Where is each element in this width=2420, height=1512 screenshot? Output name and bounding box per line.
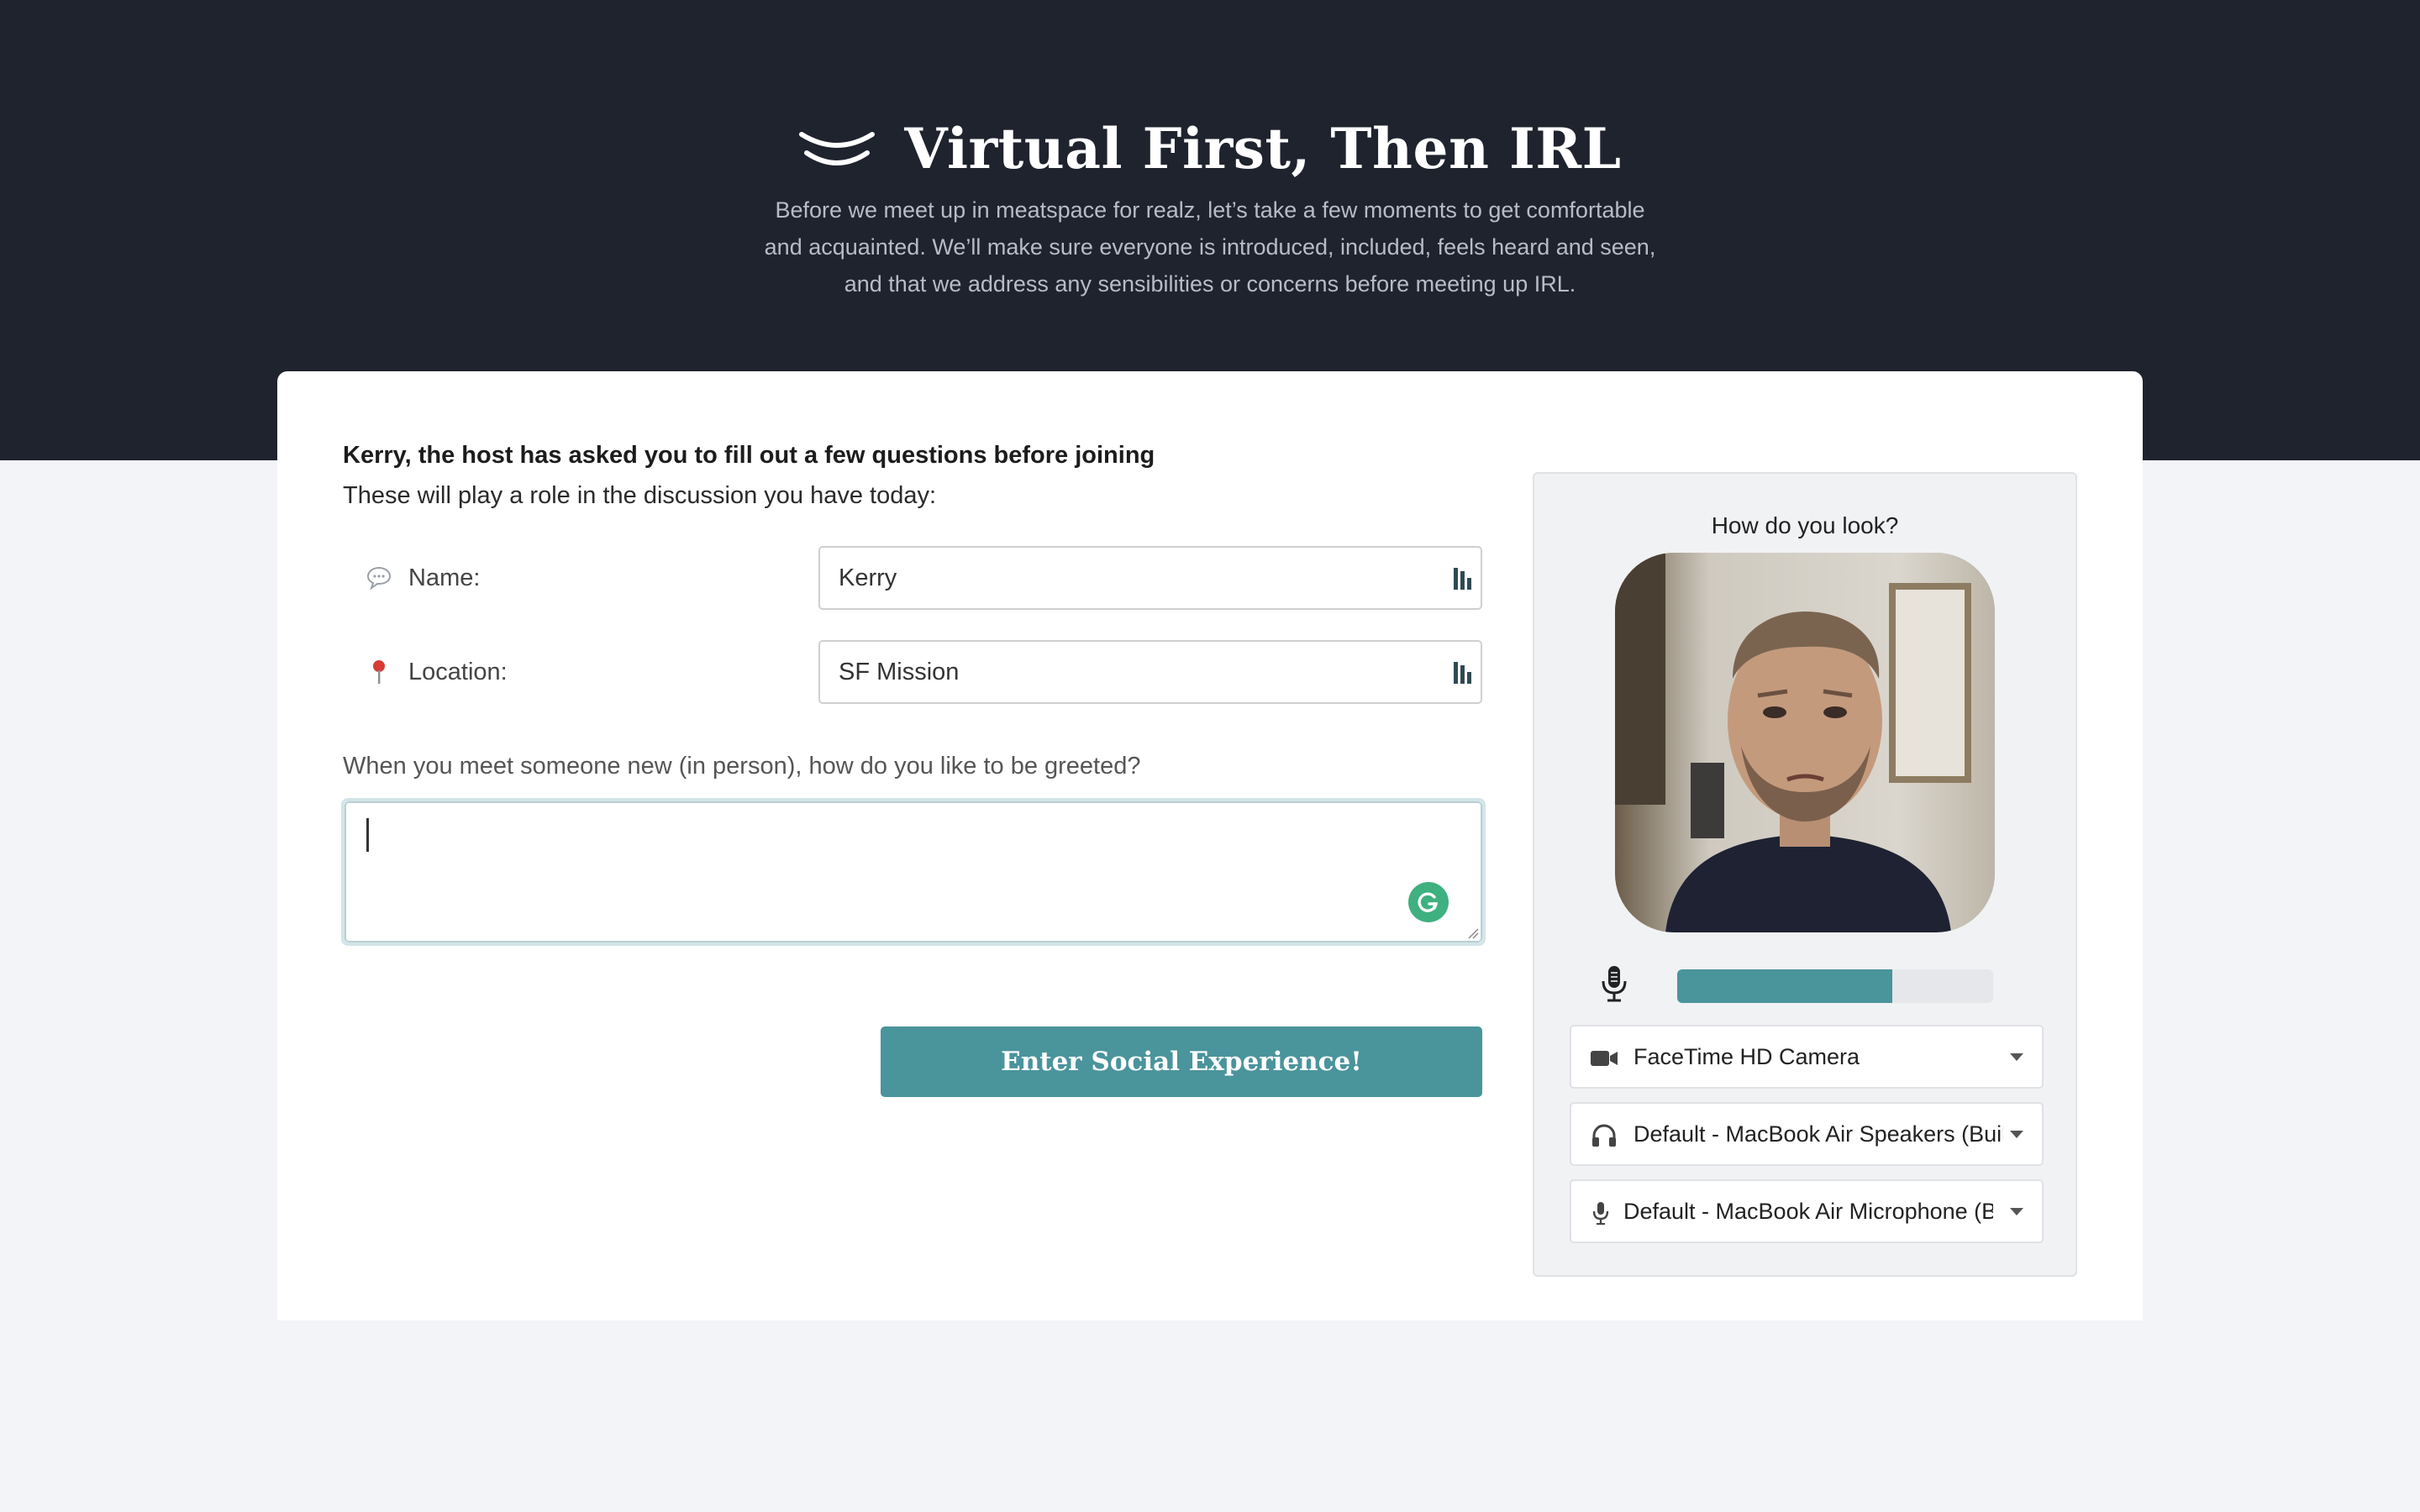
location-label: Location: [408,658,508,685]
mic-level-row [1598,958,2018,1008]
av-preview-panel: How do you look? FaceTime HD Camera Defa… [1533,472,2077,1277]
microphone-icon [1586,1200,1615,1226]
chevron-down-icon [2010,1053,2023,1061]
name-field-row: Name: [343,546,1492,610]
microphone-select-value: Default - MacBook Air Microphone (Built-… [1623,1199,1993,1224]
text-cursor [366,818,369,852]
microphone-icon [1602,966,1627,1002]
resize-handle-icon[interactable] [1467,927,1479,939]
microphone-select[interactable]: Default - MacBook Air Microphone (Built-… [1570,1179,2044,1243]
camera-select[interactable]: FaceTime HD Camera [1570,1025,2044,1089]
speech-bubble-icon [365,564,393,592]
enter-social-experience-button[interactable]: Enter Social Experience! [881,1026,1482,1097]
location-field-row: Location: [343,640,1492,704]
greeting-question: When you meet someone new (in person), h… [343,753,1141,780]
form-subheading: These will play a role in the discussion… [343,482,937,509]
mic-level-meter [1677,969,1993,1003]
speaker-select-value: Default - MacBook Air Speakers (Built-in… [1634,1121,2003,1147]
greeting-answer-textarea[interactable] [345,801,1482,942]
page-title: Virtual First, Then IRL [904,116,1622,181]
hero-title-row: Virtual First, Then IRL [0,116,2420,181]
speaker-select[interactable]: Default - MacBook Air Speakers (Built-in… [1570,1102,2044,1166]
location-label-group: Location: [365,640,508,704]
grammarly-icon[interactable] [1408,882,1449,922]
camera-preview [1615,553,1995,932]
preview-title: How do you look? [1711,512,1899,538]
name-label-group: Name: [365,546,480,610]
hero-subtitle-line: and acquainted. We’ll make sure everyone… [764,234,1656,260]
video-camera-icon [1590,1045,1618,1072]
chevron-down-icon [2010,1131,2023,1138]
password-manager-icon[interactable] [1450,566,1474,591]
name-input-box[interactable] [818,546,1482,610]
name-input[interactable] [839,548,1427,608]
password-manager-icon[interactable] [1450,660,1474,685]
headphones-icon [1590,1122,1618,1149]
hero-subtitle: Before we meet up in meatspace for realz… [756,192,1664,302]
pin-icon [365,658,393,686]
form-heading: Kerry, the host has asked you to fill ou… [343,442,1155,469]
mic-level-fill [1677,969,1892,1003]
greeting-answer-box[interactable] [341,798,1486,946]
name-label: Name: [408,564,481,591]
camera-feed-image [1615,553,1995,932]
chevron-down-icon [2010,1208,2023,1215]
questionnaire-card: Kerry, the host has asked you to fill ou… [277,371,2143,1320]
hero-subtitle-line: and that we address any sensibilities or… [844,271,1576,297]
hero-subtitle-line: Before we meet up in meatspace for realz… [775,197,1645,223]
camera-select-value: FaceTime HD Camera [1634,1044,1860,1069]
smile-waves-logo-icon [799,132,876,165]
location-input-box[interactable] [818,640,1482,704]
location-input[interactable] [839,642,1427,702]
